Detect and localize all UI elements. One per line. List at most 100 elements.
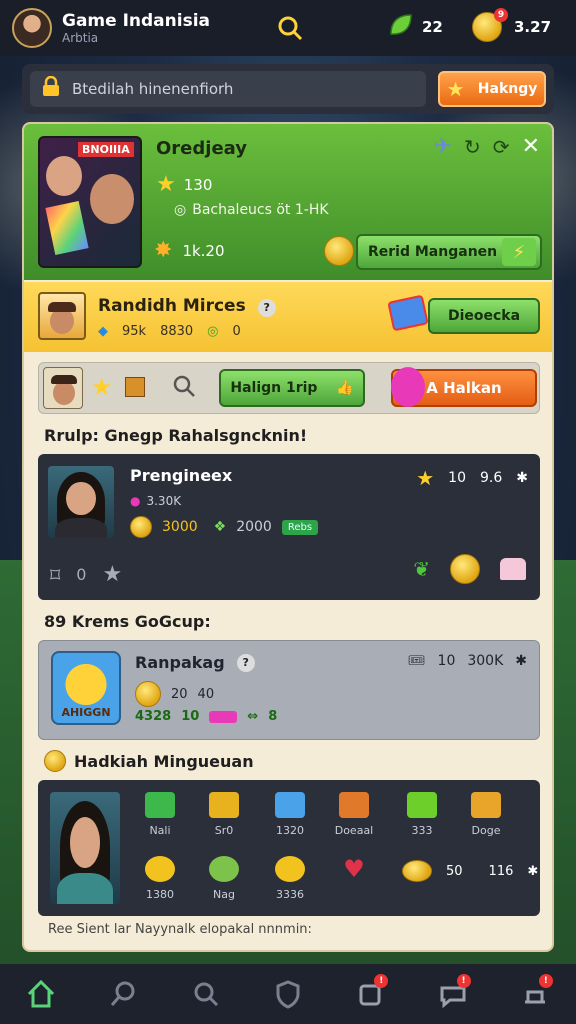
grid-item[interactable]: Nali: [132, 792, 188, 837]
featured-description: ◎ Bachaleucs öt 1-HK: [174, 202, 329, 218]
orange-action-label: A Halkan: [426, 379, 502, 397]
star-icon: ★: [156, 172, 176, 197]
grid-extra-value-two: 116: [488, 863, 514, 879]
profile-coins-value: 3000: [162, 519, 198, 535]
grid-extra: 50 116 ✱: [402, 860, 538, 882]
featured-image: BNOIIIA: [38, 136, 142, 268]
star-icon[interactable]: ★: [91, 373, 113, 401]
action-button[interactable]: Halign 1rip 👍: [219, 369, 365, 407]
thumb-icon: 👍: [336, 380, 354, 396]
promo-button[interactable]: ★ Hakngy: [438, 71, 546, 107]
grid-item-icon: [209, 792, 239, 818]
section-two-title: 89 Krems GoGcup:: [44, 612, 211, 631]
multiplier-icon: ✱: [516, 470, 528, 486]
search-icon[interactable]: [186, 974, 226, 1014]
group-score: 300K: [467, 653, 504, 669]
grid-item[interactable]: ♥: [326, 856, 382, 888]
coin-icon[interactable]: [450, 554, 480, 584]
profile-footer: ⌑ 0 ★: [50, 562, 122, 587]
profile-name: Prengineex: [130, 466, 233, 485]
profile-card[interactable]: Prengineex ● 3.30K 3000 ❖ 2000 Rebs ★ 10…: [38, 454, 540, 600]
pink-monster-icon[interactable]: [391, 367, 425, 407]
info-icon: ◎: [174, 202, 187, 218]
shield-icon[interactable]: [268, 974, 308, 1014]
grid-item[interactable]: 1380: [132, 856, 188, 901]
grid-item-icon: [339, 792, 369, 818]
magnifier-icon[interactable]: [171, 373, 197, 403]
multiplier-icon: ✱: [515, 653, 527, 669]
lion-app-label: AHIGGN: [61, 706, 111, 719]
profile-rating: ★ 10 9.6 ✱: [416, 466, 528, 490]
search-input[interactable]: Btedilah hinenenfiorh: [30, 71, 426, 107]
group-card[interactable]: AHIGGN Ranpakag ? 20 40 4328 10 ⇔ 8 🎟 10…: [38, 640, 540, 740]
featured-tag: BNOIIIA: [78, 142, 134, 157]
member-photo[interactable]: [50, 792, 120, 904]
app-title: Game Indanisia: [62, 11, 211, 31]
grid-item[interactable]: Doge: [458, 792, 514, 837]
home-icon[interactable]: [21, 974, 61, 1014]
lock-icon: [40, 75, 62, 102]
stat-two: 8830: [160, 324, 194, 339]
notification-badge: !: [456, 974, 471, 988]
gems-icon: ❖: [213, 519, 227, 535]
promo-button-label: Hakngy: [477, 81, 538, 97]
grid-item[interactable]: 333: [394, 792, 450, 837]
featured-description-text: Bachaleucs öt 1-HK: [192, 202, 329, 218]
group-value-three: 8: [268, 709, 278, 724]
top-bar: Game Indanisia Arbtia 22 9 3.27: [0, 0, 576, 56]
featured-action-button[interactable]: Rerid Manganen ⚡: [356, 234, 542, 270]
star-icon: ★: [416, 466, 435, 490]
action-button-label: Halign 1rip: [230, 380, 318, 396]
chat-icon[interactable]: !: [433, 974, 473, 1014]
sync-icon[interactable]: ⟳: [493, 135, 510, 159]
leaf-count: 22: [422, 18, 443, 36]
bird-icon[interactable]: ✈: [434, 134, 452, 159]
app-subtitle: Arbtia: [62, 31, 99, 45]
profile-photo: [48, 466, 114, 538]
inventory-icon[interactable]: !: [350, 974, 390, 1014]
refresh-icon[interactable]: ↻: [464, 135, 481, 159]
search-icon[interactable]: [276, 14, 304, 42]
notification-badge: !: [374, 974, 389, 988]
star-icon: ★: [446, 77, 465, 101]
highlight-row[interactable]: Randidh Mirces ? ◆ 95k 8830 ◎ 0 Dieoecka: [24, 282, 552, 352]
grid-item[interactable]: Nag: [196, 856, 252, 901]
leaf-icon[interactable]: ❦: [413, 557, 430, 581]
leaf-counter[interactable]: 22: [388, 12, 443, 42]
group-title: Rrulp: Gnegp Rahalsgncknin!: [44, 426, 308, 445]
coin-counter[interactable]: 9 3.27: [472, 8, 551, 42]
featured-card[interactable]: BNOIIIA Oredjeay ★ 130 ◎ Bachaleucs öt 1…: [24, 124, 552, 280]
star-outline-icon[interactable]: ★: [102, 562, 122, 587]
close-icon[interactable]: ✕: [522, 134, 540, 159]
user-avatar[interactable]: [12, 8, 52, 48]
search-placeholder: Btedilah hinenenfiorh: [72, 80, 234, 98]
mini-avatar[interactable]: [43, 367, 83, 409]
section-three-text: Hadkiah Mingueuan: [74, 751, 254, 771]
profile-coins: 3000 ❖ 2000 Rebs: [130, 516, 319, 538]
grid-item[interactable]: 3336: [262, 856, 318, 901]
grid-extra-value-one: 50: [446, 863, 463, 879]
grid-item-label: Sr0: [214, 824, 234, 837]
grid-item[interactable]: 1320: [262, 792, 318, 837]
explore-icon[interactable]: [103, 974, 143, 1014]
leaf-icon: [388, 12, 414, 42]
featured-rating-value: 130: [183, 175, 213, 194]
grid-item[interactable]: Sr0: [196, 792, 252, 837]
grid-item-label: Nag: [213, 888, 235, 901]
gem-icon: ●: [130, 494, 141, 508]
highlight-button[interactable]: Dieoecka: [428, 298, 540, 334]
grid-item[interactable]: Doeaal: [326, 792, 382, 837]
ticket-icon: [387, 294, 429, 332]
highlight-button-label: Dieoecka: [447, 308, 521, 324]
cake-icon[interactable]: [500, 558, 526, 580]
bookmark-icon[interactable]: ⌑: [50, 563, 60, 587]
group-value-two: 10: [181, 709, 200, 724]
coin-stack-icon: [130, 516, 152, 538]
section-three-title: Hadkiah Mingueuan: [44, 750, 254, 772]
shop-icon[interactable]: !: [515, 974, 555, 1014]
grid-item-label: 333: [411, 824, 433, 837]
featured-rating: ★ 130: [156, 172, 212, 197]
pink-bar-icon: [209, 710, 238, 723]
box-icon[interactable]: [125, 377, 145, 397]
profile-thumbnail: [38, 292, 86, 340]
